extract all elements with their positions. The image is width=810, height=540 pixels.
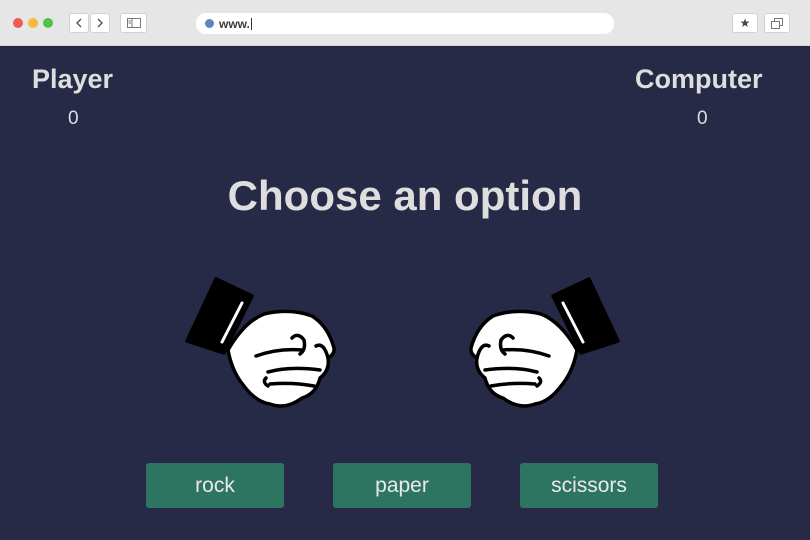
star-icon: ★ bbox=[739, 16, 751, 30]
globe-icon bbox=[205, 19, 214, 28]
browser-toolbar: www. ★ bbox=[0, 0, 810, 46]
paper-button[interactable]: paper bbox=[333, 463, 471, 508]
forward-button[interactable] bbox=[90, 13, 110, 33]
sidebar-toggle-button[interactable] bbox=[120, 13, 147, 33]
text-cursor bbox=[250, 17, 252, 30]
sidebar-icon bbox=[126, 18, 141, 28]
close-window-button[interactable] bbox=[13, 18, 23, 28]
bookmark-button[interactable]: ★ bbox=[732, 13, 758, 33]
chevron-left-icon bbox=[76, 18, 82, 28]
player-fist-icon bbox=[185, 277, 336, 408]
windows-icon bbox=[771, 17, 783, 29]
computer-label: Computer bbox=[635, 64, 763, 94]
minimize-window-button[interactable] bbox=[28, 18, 38, 28]
back-button[interactable] bbox=[69, 13, 89, 33]
page-title: Choose an option bbox=[227, 172, 583, 219]
address-bar[interactable]: www. bbox=[196, 13, 614, 34]
address-text: www. bbox=[219, 16, 250, 31]
maximize-window-button[interactable] bbox=[43, 18, 53, 28]
scissors-button[interactable]: scissors bbox=[520, 463, 658, 508]
chevron-right-icon bbox=[97, 18, 103, 28]
computer-fist-icon bbox=[469, 277, 620, 408]
computer-score: 0 bbox=[697, 108, 708, 129]
new-window-button[interactable] bbox=[764, 13, 790, 33]
rock-button[interactable]: rock bbox=[146, 463, 284, 508]
player-label: Player bbox=[32, 64, 114, 94]
player-score: 0 bbox=[68, 108, 79, 129]
